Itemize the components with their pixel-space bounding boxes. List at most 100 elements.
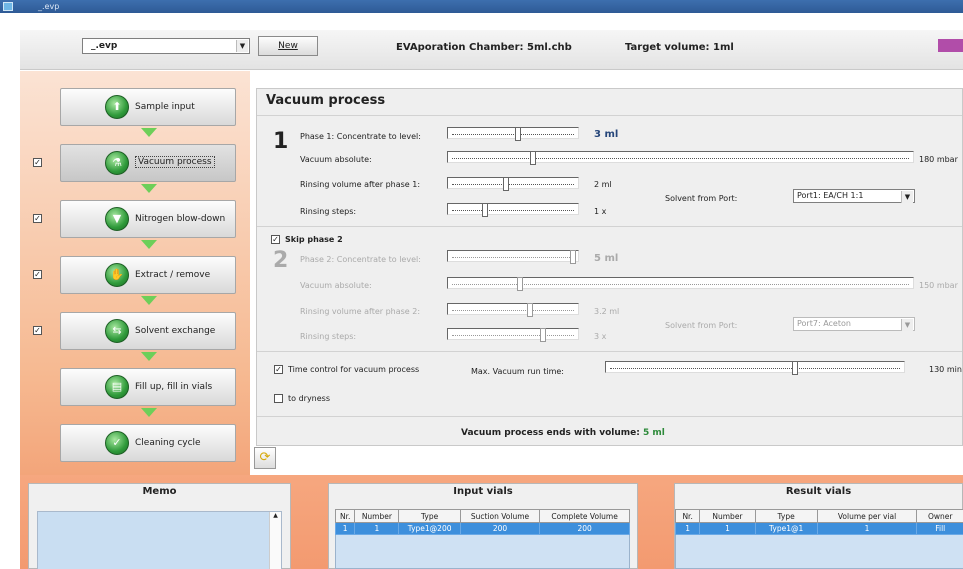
divider [257,351,962,352]
phase2-solvent-value: Port7: Aceton [797,319,851,328]
table-cell[interactable]: 1 [674,522,701,535]
phase1-rinse-slider[interactable] [447,177,579,191]
table-cell[interactable]: Fill [916,522,963,535]
column-header[interactable]: Nr. [674,509,701,523]
phase1-number: 1 [273,129,289,154]
column-header[interactable]: Type [754,509,818,523]
slider-thumb[interactable] [540,328,546,342]
phase2-solvent-label: Solvent from Port: [665,321,738,330]
phase2-vacuum-value: 150 mbar [919,281,958,290]
phase2-steps-slider[interactable] [447,328,579,342]
step-icon: ✓ [105,431,129,455]
table-header-row: Nr. Number Type Suction Volume Complete Volu… [334,509,630,523]
refresh-icon[interactable]: ⟳ [254,447,276,469]
slider-thumb[interactable] [792,361,798,375]
table-cell[interactable]: Type1@1 [754,522,818,535]
result-vials-title: Result vials [785,486,852,497]
step-enable-checkbox[interactable]: ✓ [33,270,42,279]
phase1-steps-slider[interactable] [447,203,579,217]
slider-thumb[interactable] [482,203,488,217]
phase2-concentrate-slider[interactable] [447,250,579,264]
phase1-steps-label: Rinsing steps: [300,207,357,216]
skip-phase2-checkbox[interactable]: ✓ [271,235,280,244]
to-dryness-checkbox[interactable] [274,394,283,403]
step-button-7[interactable]: ✓ Cleaning cycle [60,424,236,462]
memo-textarea[interactable]: ▲ [37,511,282,569]
chevron-down-icon[interactable]: ▼ [901,191,913,203]
step-enable-checkbox[interactable]: ✓ [33,158,42,167]
step-label: Solvent exchange [135,326,216,336]
table-cell[interactable]: Type1@200 [398,522,461,535]
table-header-row: Nr. Number Type Volume per vial Owner [674,509,963,523]
max-time-value: 130 min [929,365,962,374]
phase2-concentrate-label: Phase 2: Concentrate to level: [300,255,421,264]
chevron-down-icon[interactable]: ▼ [236,40,248,52]
input-vials-title: Input vials [453,486,513,497]
slider-thumb[interactable] [503,177,509,191]
slider-thumb[interactable] [570,250,576,264]
column-header[interactable]: Owner [916,509,963,523]
step-icon: ⇆ [105,319,129,343]
phase2-rinse-slider[interactable] [447,303,579,317]
table-cell[interactable]: 1 [816,522,918,535]
phase2-solvent-select[interactable]: Port7: Aceton ▼ [793,317,915,331]
column-header[interactable]: Nr. [334,509,356,523]
table-row[interactable]: 1 1 Type1@1 1 Fill [674,522,963,535]
step-button-1[interactable]: ⬆ Sample input [60,88,236,126]
step-enable-checkbox[interactable]: ✓ [33,326,42,335]
toolbar: _.evp ▼ New EVAporation Chamber: 5ml.chb… [20,30,963,70]
step-button-4[interactable]: ✋ Extract / remove [60,256,236,294]
table-cell[interactable]: 200 [539,522,630,535]
result-vials-panel: Result vials Nr. Number Type Volume per via… [674,483,963,569]
step-button-3[interactable]: ▼ Nitrogen blow-down [60,200,236,238]
step-icon: ▼ [105,207,129,231]
vacuum-process-panel: Vacuum process 1 Phase 1: Concentrate to… [256,88,963,446]
app-window: _.evp _.evp ▼ New EVAporation Chamber: 5… [0,0,963,569]
target-volume-label: Target volume: 1ml [625,42,734,53]
phase1-concentrate-value: 3 ml [594,129,619,140]
column-header[interactable]: Suction Volume [459,509,541,523]
phase1-solvent-select[interactable]: Port1: EA/CH 1:1 ▼ [793,189,915,203]
step-enable-checkbox[interactable]: ✓ [33,214,42,223]
toolbar-accent-button[interactable] [938,39,963,52]
slider-thumb[interactable] [515,127,521,141]
memo-title: Memo [142,486,177,497]
slider-thumb[interactable] [527,303,533,317]
slider-thumb[interactable] [530,151,536,165]
vacuum-end-summary: Vacuum process ends with volume: 5 ml [461,428,665,438]
column-header[interactable]: Type [398,509,461,523]
phase1-concentrate-slider[interactable] [447,127,579,141]
vacuum-end-value: 5 ml [643,428,665,438]
phase2-vacuum-label: Vacuum absolute: [300,281,372,290]
window-title: _.evp [38,2,60,11]
table-cell[interactable]: 200 [459,522,541,535]
file-select-value: _.evp [91,41,118,51]
table-cell[interactable]: 1 [334,522,356,535]
step-icon: ⬆ [105,95,129,119]
slider-thumb[interactable] [517,277,523,291]
vacuum-end-label: Vacuum process ends with volume: [461,428,640,438]
step-button-2[interactable]: ⚗ Vacuum process [60,144,236,182]
phase2-concentrate-value: 5 ml [594,253,619,264]
table-cell[interactable]: 1 [354,522,400,535]
column-header[interactable]: Complete Volume [539,509,630,523]
memo-scrollbar[interactable]: ▲ [269,512,281,569]
step-button-5[interactable]: ⇆ Solvent exchange [60,312,236,350]
step-sidebar: ⬆ Sample input ⚗ Vacuum process ✓ ▼ Nitrogen b… [20,71,250,475]
phase1-vacuum-label: Vacuum absolute: [300,155,372,164]
column-header[interactable]: Number [354,509,400,523]
table-row[interactable]: 1 1 Type1@200 200 200 [334,522,630,535]
flow-arrow-icon [141,296,157,305]
phase1-vacuum-slider[interactable] [447,151,914,165]
new-button[interactable]: New [258,36,318,56]
divider [257,115,962,116]
column-header[interactable]: Volume per vial [816,509,918,523]
column-header[interactable]: Number [699,509,756,523]
file-select[interactable]: _.evp ▼ [82,38,250,54]
chevron-down-icon[interactable]: ▼ [901,319,913,331]
table-cell[interactable]: 1 [699,522,756,535]
phase2-vacuum-slider[interactable] [447,277,914,291]
max-time-slider[interactable] [605,361,905,375]
step-button-6[interactable]: ▤ Fill up, fill in vials [60,368,236,406]
time-control-checkbox[interactable]: ✓ [274,365,283,374]
